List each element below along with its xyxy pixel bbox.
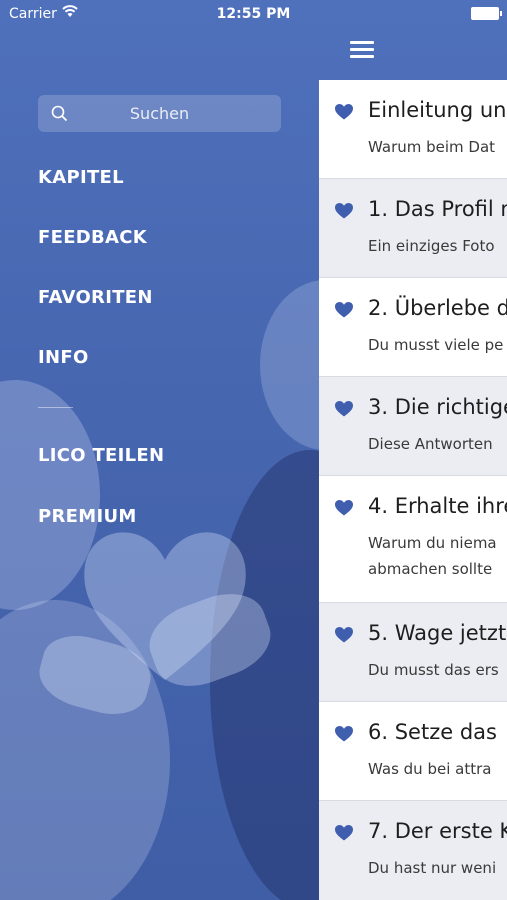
chapter-description: Ein einziges Foto — [368, 237, 495, 255]
chapter-title: 2. Überlebe d — [368, 296, 507, 320]
menu-item-favoriten[interactable]: FAVORITEN — [38, 287, 153, 308]
chapter-description: Du hast nur weni — [368, 859, 497, 877]
chapter-card[interactable]: 5. Wage jetzt Du musst das ers — [319, 603, 507, 702]
chapter-description: abmachen sollte — [368, 560, 493, 578]
heart-icon[interactable] — [335, 401, 353, 417]
menu-item-premium[interactable]: PREMIUM — [38, 506, 137, 527]
search-field[interactable]: Suchen — [38, 95, 281, 132]
menu-item-feedback[interactable]: FEEDBACK — [38, 227, 147, 248]
chapter-card[interactable]: 7. Der erste K Du hast nur weni — [319, 801, 507, 900]
chapter-card[interactable]: 2. Überlebe d Du musst viele pe — [319, 278, 507, 377]
chapter-description: Diese Antworten — [368, 435, 493, 453]
heart-icon[interactable] — [335, 302, 353, 318]
clock: 12:55 PM — [216, 6, 291, 22]
chapter-title: 3. Die richtige — [368, 395, 507, 419]
heart-icon[interactable] — [335, 825, 353, 841]
menu-item-lico-teilen[interactable]: LICO TEILEN — [38, 445, 164, 466]
chapter-card[interactable]: Einleitung un Warum beim Dat — [319, 80, 507, 179]
chapter-title: 7. Der erste K — [368, 819, 507, 843]
chapter-title: 6. Setze das — [368, 720, 497, 744]
heart-icon[interactable] — [335, 627, 353, 643]
chapter-card[interactable]: 1. Das Profil n Ein einziges Foto — [319, 179, 507, 278]
heart-icon[interactable] — [335, 203, 353, 219]
menu-item-info[interactable]: INFO — [38, 347, 89, 368]
heart-icon[interactable] — [335, 500, 353, 516]
chapter-description: Was du bei attra — [368, 760, 492, 778]
chapter-card[interactable]: 4. Erhalte ihre Warum du niema abmachen … — [319, 476, 507, 603]
battery-icon — [471, 7, 502, 20]
menu-item-kapitel[interactable]: KAPITEL — [38, 167, 124, 188]
chapter-title: 5. Wage jetzt — [368, 621, 507, 645]
chapter-description: Du musst viele pe — [368, 336, 504, 354]
chapter-title: 4. Erhalte ihre — [368, 494, 507, 518]
chapter-description: Du musst das ers — [368, 661, 499, 679]
chapter-card[interactable]: 6. Setze das Was du bei attra — [319, 702, 507, 801]
chapter-card[interactable]: 3. Die richtige Diese Antworten — [319, 377, 507, 476]
heart-icon[interactable] — [335, 726, 353, 742]
chapter-list: Einleitung un Warum beim Dat 1. Das Prof… — [319, 80, 507, 900]
search-placeholder: Suchen — [129, 104, 190, 123]
hamburger-menu-icon[interactable] — [350, 41, 374, 59]
heart-icon[interactable] — [335, 104, 353, 120]
status-bar: Carrier 12:55 PM — [0, 0, 507, 28]
chapter-description: Warum du niema — [368, 534, 497, 552]
chapter-description: Warum beim Dat — [368, 138, 496, 156]
chapter-title: Einleitung un — [368, 98, 507, 122]
chapter-title: 1. Das Profil n — [368, 197, 507, 221]
menu-divider — [38, 407, 73, 408]
